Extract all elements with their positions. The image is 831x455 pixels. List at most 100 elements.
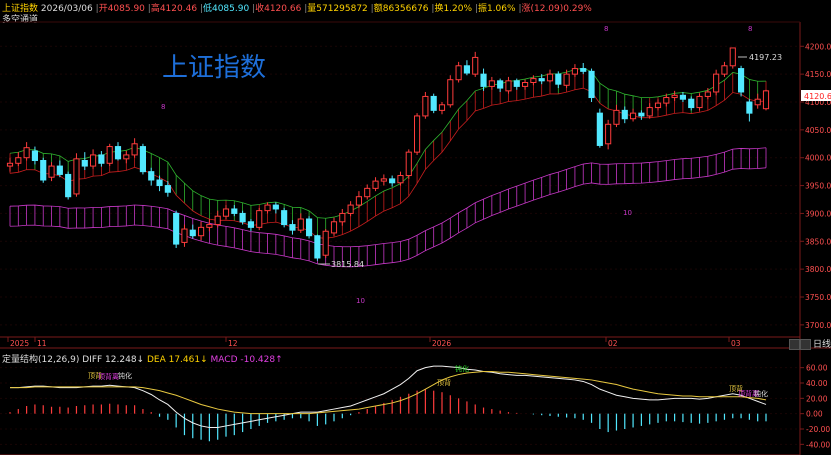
- candle-body: [314, 235, 321, 259]
- candle: [31, 146, 38, 165]
- candle-body: [447, 79, 454, 106]
- candle-body: [123, 154, 130, 160]
- candle: [198, 221, 205, 241]
- time-tick-label: 03: [731, 339, 741, 348]
- period-label[interactable]: 日线: [813, 337, 831, 350]
- candle-body: [688, 98, 695, 109]
- cycle-mark: 8: [604, 25, 608, 33]
- price-tick-label: 3750.00: [805, 293, 831, 302]
- candle: [306, 216, 313, 239]
- price-tick-label: 4000.00: [805, 154, 831, 163]
- cycle-mark: 10: [356, 297, 365, 305]
- candle: [372, 177, 379, 192]
- candle: [40, 157, 47, 183]
- candle: [497, 78, 504, 92]
- candle-body: [106, 146, 113, 164]
- price-axis: 4200.004150.004100.004050.004000.003950.…: [800, 42, 831, 330]
- candle-body: [264, 204, 271, 212]
- candle: [330, 217, 338, 236]
- candle: [256, 207, 263, 231]
- candle: [679, 91, 686, 102]
- scroll-left-button[interactable]: [789, 339, 800, 350]
- candle: [472, 51, 479, 77]
- candle: [746, 99, 753, 122]
- candle: [364, 184, 371, 200]
- channel-upper-line: [9, 67, 767, 219]
- candle-body: [56, 165, 63, 175]
- candle: [65, 171, 72, 200]
- time-tick-label: 11: [37, 339, 47, 348]
- signal-label: 顶背: [437, 378, 451, 387]
- price-tick-label: 3900.00: [805, 209, 831, 218]
- price-tick-label: 4200.00: [805, 42, 831, 51]
- candle-body: [663, 97, 670, 104]
- candle: [505, 76, 512, 94]
- macd-tick-label: 20.00: [806, 394, 828, 403]
- candle-body: [40, 160, 47, 181]
- candle-body: [347, 204, 354, 214]
- candle-body: [488, 80, 495, 87]
- low-label: 3815.84: [331, 260, 364, 269]
- candle-body: [272, 204, 279, 210]
- candle: [430, 93, 437, 114]
- candle-body: [438, 104, 446, 111]
- candle-body: [605, 123, 612, 145]
- candle: [173, 210, 180, 248]
- chart-canvas[interactable]: 上证指数 4197.23 3815.84 8 8 10 8 10 4200.00…: [0, 0, 831, 455]
- candle-body: [671, 94, 678, 99]
- price-tick-label: 4050.00: [805, 126, 831, 135]
- candle-body: [222, 208, 230, 217]
- candle-body: [322, 230, 329, 256]
- chart-frame: [0, 21, 831, 455]
- candle-body: [156, 179, 163, 187]
- candle: [389, 175, 396, 187]
- candle: [738, 65, 745, 97]
- time-tick-label: 2026: [432, 339, 451, 348]
- current-price: 4120.66: [804, 92, 831, 101]
- candle-body: [497, 80, 504, 89]
- candle-body: [214, 215, 221, 226]
- candle-body: [463, 65, 470, 74]
- candle: [181, 224, 188, 247]
- macd-signals: 顶背 顶背离 钝化 顶背 钝化 顶背 顶背离 钝化: [88, 364, 768, 398]
- high-label: 4197.23: [749, 53, 782, 62]
- candle: [355, 191, 362, 208]
- candle-body: [389, 178, 396, 184]
- candle: [688, 96, 695, 111]
- candle: [247, 219, 254, 232]
- candle: [106, 143, 113, 167]
- candle-body: [289, 224, 296, 231]
- candle: [405, 149, 412, 179]
- macd-value: MACD -10.428↑: [210, 355, 283, 365]
- candle-body: [372, 180, 379, 189]
- candle: [339, 208, 346, 226]
- candle-body: [231, 208, 238, 214]
- candle-body: [6, 162, 14, 167]
- time-tick-label: 12: [228, 339, 238, 348]
- candle: [56, 160, 63, 178]
- candle: [380, 174, 387, 186]
- candle-body: [114, 146, 122, 160]
- candle: [762, 89, 770, 111]
- candle: [148, 167, 155, 186]
- scroll-right-button[interactable]: [800, 339, 811, 350]
- cycle-mark: 10: [623, 209, 632, 217]
- candle-body: [430, 95, 437, 111]
- candle-body: [696, 95, 703, 109]
- candle: [654, 99, 662, 111]
- candle: [189, 224, 196, 239]
- candle: [73, 153, 80, 197]
- candle: [139, 143, 146, 175]
- candle-body: [131, 143, 138, 156]
- candle: [322, 229, 329, 258]
- candle-body: [239, 212, 246, 223]
- cycle-mark: 8: [748, 25, 752, 33]
- candle-body: [530, 78, 537, 83]
- candle: [571, 64, 578, 77]
- candle-body: [472, 56, 479, 75]
- macd-indicator-name[interactable]: 定量结构(12,26,9): [2, 355, 79, 365]
- trend-channel-upper: [9, 147, 767, 248]
- time-tick-label: 2025: [10, 339, 29, 348]
- candle-body: [546, 73, 554, 82]
- candle: [48, 162, 55, 182]
